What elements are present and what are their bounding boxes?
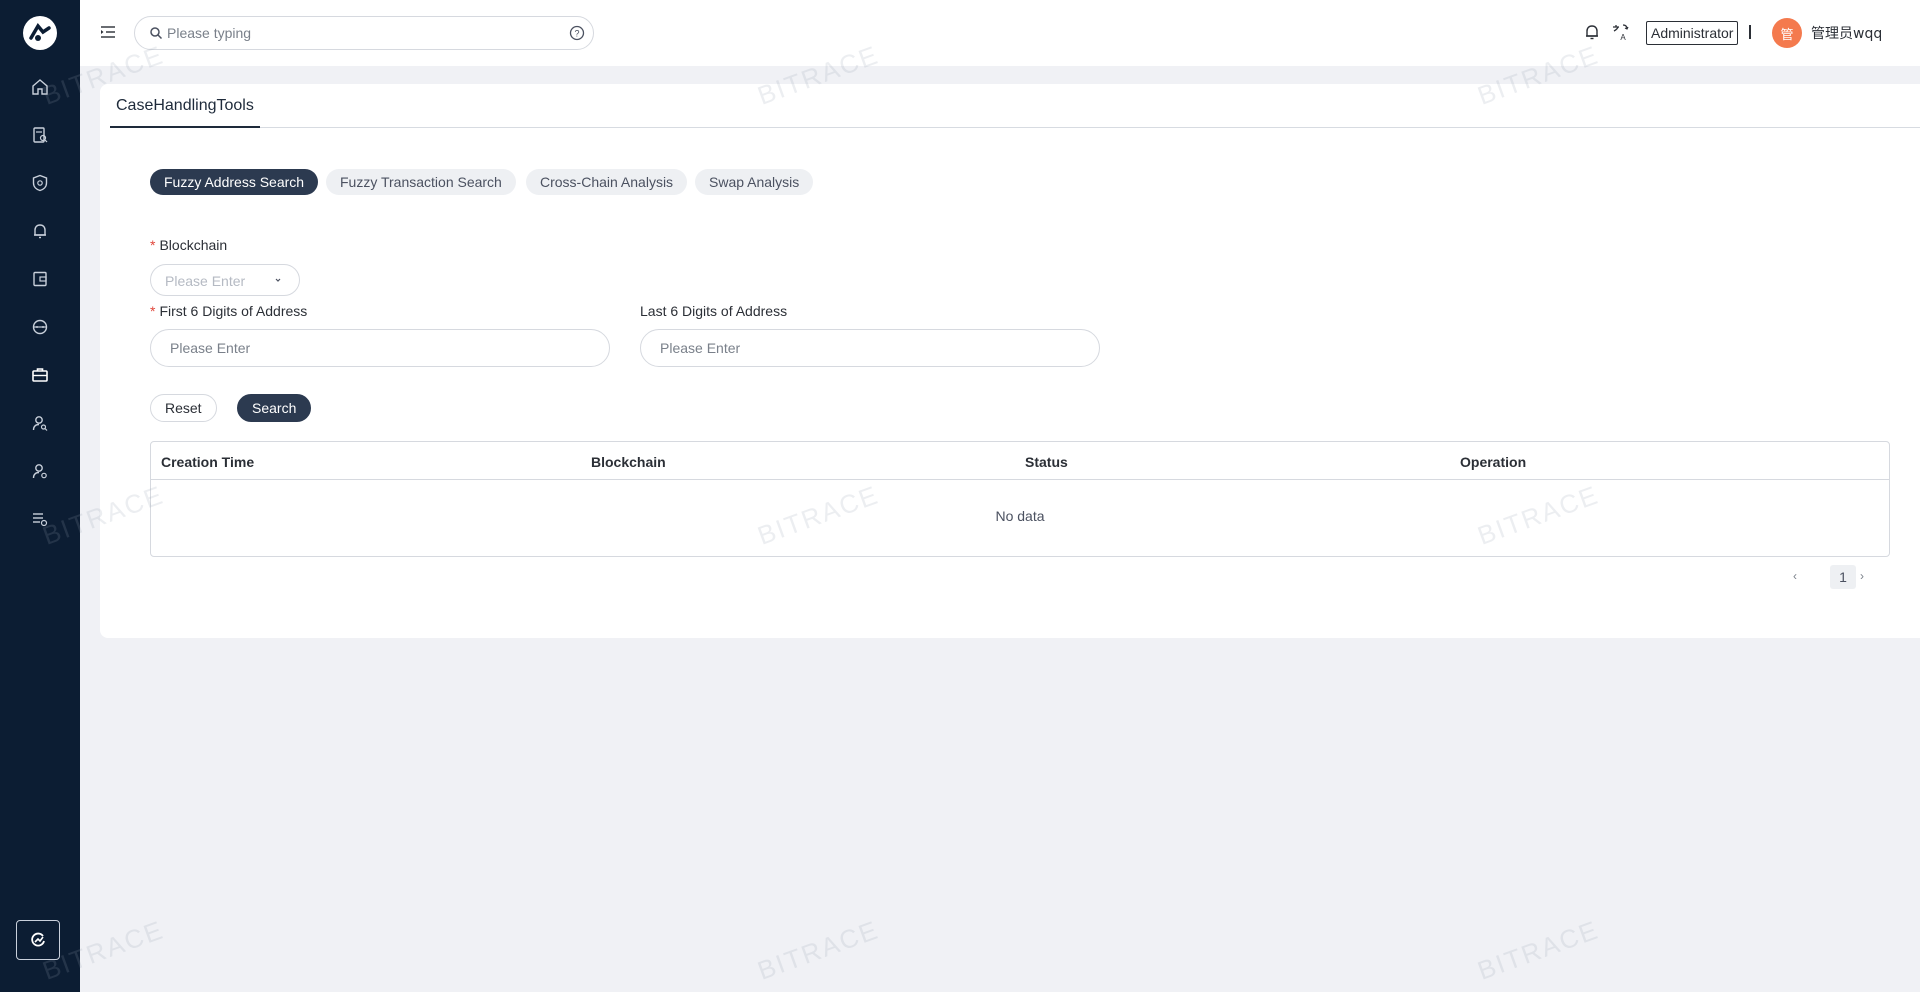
last6-address-input[interactable] [640, 329, 1100, 367]
home-icon [32, 79, 48, 95]
app-logo[interactable] [23, 16, 57, 50]
column-blockchain: Blockchain [591, 454, 666, 470]
table-header: Creation Time Blockchain Status Operatio… [151, 442, 1889, 480]
sidebar-item-shield[interactable] [28, 171, 52, 195]
first6-address-input[interactable] [150, 329, 610, 367]
menu-fold-icon [101, 26, 115, 38]
segment-cross-chain-analysis[interactable]: Cross-Chain Analysis [526, 169, 688, 195]
global-search: ? [134, 16, 594, 50]
segment-swap-analysis[interactable]: Swap Analysis [695, 169, 814, 195]
main-card: CaseHandlingTools Fuzzy Address Search F… [100, 84, 1920, 638]
sidebar-item-user-search[interactable] [28, 411, 52, 435]
avatar[interactable]: 管 [1772, 18, 1802, 48]
language-switch-icon[interactable]: A [1610, 22, 1630, 42]
sidebar-item-document-search[interactable] [28, 123, 52, 147]
wallet-icon [33, 271, 47, 287]
svg-text:?: ? [574, 29, 579, 39]
briefcase-icon [32, 368, 48, 382]
role-badge: Administrator [1646, 21, 1739, 45]
network-icon [32, 319, 48, 335]
segment-fuzzy-address-search[interactable]: Fuzzy Address Search [150, 169, 319, 195]
sidebar-item-case-tools[interactable] [28, 363, 52, 387]
required-mark: * [150, 303, 156, 319]
segment-fuzzy-transaction-search[interactable]: Fuzzy Transaction Search [326, 169, 516, 195]
top-header: ? A Administrator 管 管理员wqq [80, 0, 1920, 66]
svg-text:A: A [1620, 33, 1626, 42]
sidebar [0, 0, 80, 992]
tab-case-handling-tools[interactable]: CaseHandlingTools [110, 84, 260, 128]
table-empty-text: No data [995, 508, 1045, 524]
blockchain-select[interactable]: Please Enter [150, 264, 300, 296]
document-search-icon [33, 127, 48, 143]
blockchain-label-text: Blockchain [159, 237, 228, 253]
required-mark: * [150, 237, 156, 253]
pagination-next[interactable]: › [1860, 569, 1864, 583]
user-search-icon [32, 416, 48, 431]
pagination-prev[interactable]: ‹ [1793, 569, 1797, 583]
help-icon[interactable]: ? [569, 25, 585, 41]
blockchain-label: * Blockchain [150, 237, 227, 253]
menu-toggle-button[interactable] [98, 22, 118, 42]
shield-icon [32, 174, 48, 192]
user-settings-icon [32, 464, 47, 479]
reset-button[interactable]: Reset [150, 394, 217, 422]
report-list-icon [33, 513, 48, 527]
page-tab-strip: CaseHandlingTools [110, 84, 1920, 128]
sidebar-item-alerts[interactable] [28, 219, 52, 243]
last6-label: Last 6 Digits of Address [640, 303, 787, 319]
sidebar-item-user-settings[interactable] [28, 459, 52, 483]
sidebar-item-home[interactable] [28, 75, 52, 99]
pagination-page[interactable]: 1 [1830, 565, 1856, 589]
blockchain-select-placeholder: Please Enter [165, 273, 246, 289]
watermark: BITRACE [753, 914, 883, 986]
sidebar-item-wallet[interactable] [28, 267, 52, 291]
sidebar-item-network[interactable] [28, 315, 52, 339]
username[interactable]: 管理员wqq [1811, 23, 1882, 43]
first6-label-text: First 6 Digits of Address [159, 303, 308, 319]
chevron-down-icon [275, 278, 281, 282]
watermark: BITRACE [1473, 914, 1603, 986]
logo-icon [24, 17, 56, 49]
notification-bell-icon[interactable] [1582, 22, 1602, 42]
sidebar-bottom-action[interactable] [16, 920, 60, 960]
last6-label-text: Last 6 Digits of Address [640, 303, 788, 319]
refresh-chart-icon [31, 932, 45, 947]
search-icon [150, 27, 163, 40]
results-table: Creation Time Blockchain Status Operatio… [150, 441, 1890, 557]
bell-icon [34, 224, 46, 239]
column-creation-time: Creation Time [161, 454, 255, 470]
header-divider [1749, 25, 1751, 39]
search-button[interactable]: Search [237, 394, 312, 422]
first6-label: * First 6 Digits of Address [150, 303, 307, 319]
column-status: Status [1025, 454, 1068, 470]
column-operation: Operation [1460, 454, 1527, 470]
search-input[interactable] [167, 23, 547, 43]
sidebar-item-reports[interactable] [28, 507, 52, 531]
